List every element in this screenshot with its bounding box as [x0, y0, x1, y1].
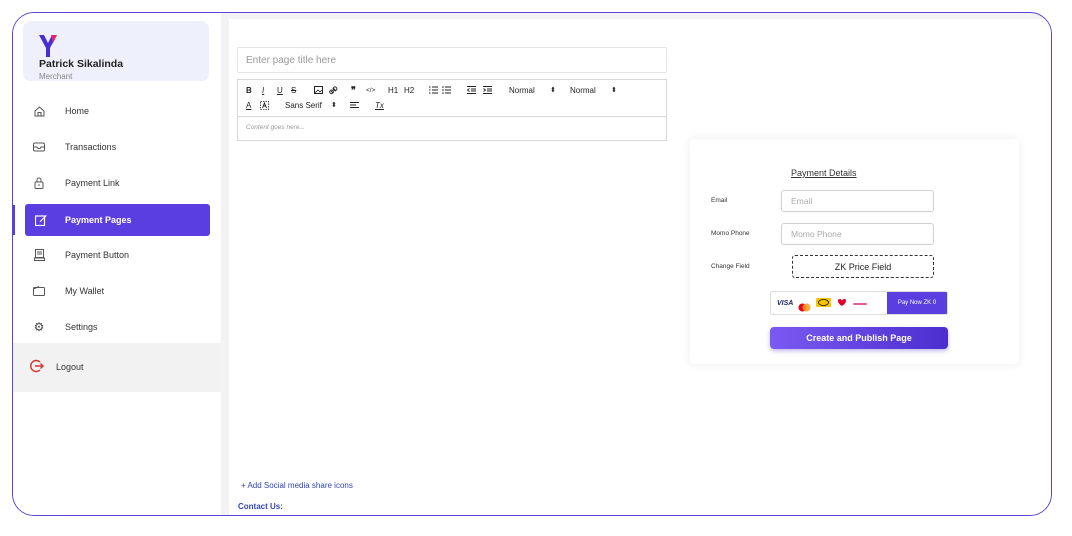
receipt-icon [33, 249, 45, 261]
edit-icon [35, 214, 47, 226]
payment-details-card: Payment Details Email Momo Phone Change … [690, 139, 1019, 364]
phone-label: Momo Phone [711, 230, 750, 237]
indent-icon[interactable] [483, 86, 492, 97]
sidebar-item-label: Transactions [65, 142, 117, 152]
airtel-logo-icon [836, 294, 848, 312]
content-editor[interactable]: Content goes here... [237, 117, 667, 141]
link-icon[interactable] [329, 86, 338, 98]
sidebar-item-label: My Wallet [65, 286, 105, 296]
mastercard-icon [798, 299, 811, 311]
active-indicator [13, 205, 15, 235]
pay-now-button[interactable]: Pay Now ZK 0 [887, 292, 947, 314]
lock-icon [33, 177, 45, 189]
sidebar-item-my-wallet[interactable]: My Wallet [25, 275, 210, 307]
user-role: Merchant [39, 72, 73, 81]
contact-us-heading: Contact Us: [238, 502, 283, 511]
logout-label: Logout [56, 362, 84, 372]
strike-button[interactable]: S [291, 86, 296, 96]
font-select[interactable]: Sans Serif [285, 101, 322, 111]
sidebar-item-payment-link[interactable]: Payment Link [25, 167, 210, 199]
sidebar-item-payment-pages[interactable]: Payment Pages [25, 204, 210, 236]
page-title-input[interactable] [237, 47, 667, 73]
brand-logo-icon [39, 35, 57, 57]
momo-phone-field[interactable] [781, 223, 934, 245]
content-placeholder: Content goes here... [246, 124, 305, 131]
sidebar-item-transactions[interactable]: Transactions [25, 131, 210, 163]
sidebar-item-label: Home [65, 106, 90, 116]
price-field[interactable]: ZK Price Field [792, 255, 934, 278]
payment-widget-preview: VISA Pay Now ZK 0 [770, 291, 948, 315]
visa-logo: VISA [777, 299, 794, 307]
heading-2-button[interactable]: H2 [404, 86, 414, 96]
bullet-list-icon[interactable] [442, 86, 451, 97]
italic-button[interactable]: I [262, 86, 264, 96]
payment-details-title: Payment Details [791, 168, 857, 178]
email-field[interactable] [781, 190, 934, 212]
chevron-updown-icon: ⬍ [611, 87, 617, 94]
image-icon[interactable] [314, 86, 323, 97]
logout-icon [30, 359, 44, 373]
user-name: Patrick Sikalinda [39, 58, 124, 70]
logout-button[interactable]: Logout [13, 343, 221, 392]
background-color-icon[interactable] [260, 101, 269, 113]
outdent-icon[interactable] [466, 86, 476, 97]
size-select-2[interactable]: Normal [570, 86, 596, 96]
editor-toolbar: B I U S ❞ </> H1 H2 Normal ⬍ Normal ⬍ A … [237, 79, 667, 117]
sidebar-item-label: Payment Link [65, 178, 120, 188]
ordered-list-icon[interactable] [429, 86, 438, 97]
sidebar: Patrick Sikalinda Merchant Home Transact… [13, 13, 221, 515]
align-icon[interactable] [350, 102, 359, 113]
size-select-1[interactable]: Normal [509, 86, 535, 96]
sidebar-item-home[interactable]: Home [25, 95, 210, 127]
create-publish-button[interactable]: Create and Publish Page [770, 327, 948, 349]
blockquote-button[interactable]: ❞ [351, 85, 356, 95]
sidebar-item-label: Payment Pages [65, 215, 132, 225]
wallet-icon [33, 285, 45, 297]
chevron-updown-icon: ⬍ [331, 102, 337, 109]
home-icon [33, 105, 45, 117]
underline-button[interactable]: U [277, 86, 283, 96]
email-label: Email [711, 197, 728, 204]
card-logos: VISA [771, 292, 888, 314]
zamtel-logo-icon [853, 294, 868, 312]
gear-icon: ⚙ [33, 320, 45, 334]
sidebar-item-settings[interactable]: ⚙ Settings [25, 311, 210, 343]
app-frame: Patrick Sikalinda Merchant Home Transact… [12, 12, 1052, 516]
code-button[interactable]: </> [366, 86, 375, 96]
main-content: B I U S ❞ </> H1 H2 [229, 19, 1051, 515]
sidebar-item-label: Settings [65, 322, 98, 332]
sidebar-item-payment-button[interactable]: Payment Button [25, 239, 210, 271]
add-social-icons-link[interactable]: + Add Social media share icons [241, 481, 353, 490]
sidebar-item-label: Payment Button [65, 250, 130, 260]
mtn-logo-icon [816, 294, 832, 312]
clear-format-button[interactable]: Tx [375, 101, 384, 111]
inbox-icon [33, 141, 45, 153]
bold-button[interactable]: B [246, 86, 252, 96]
chevron-updown-icon: ⬍ [550, 87, 556, 94]
heading-1-button[interactable]: H1 [388, 86, 398, 96]
change-field-label: Change Field [711, 263, 750, 270]
font-color-button[interactable]: A [246, 101, 251, 111]
